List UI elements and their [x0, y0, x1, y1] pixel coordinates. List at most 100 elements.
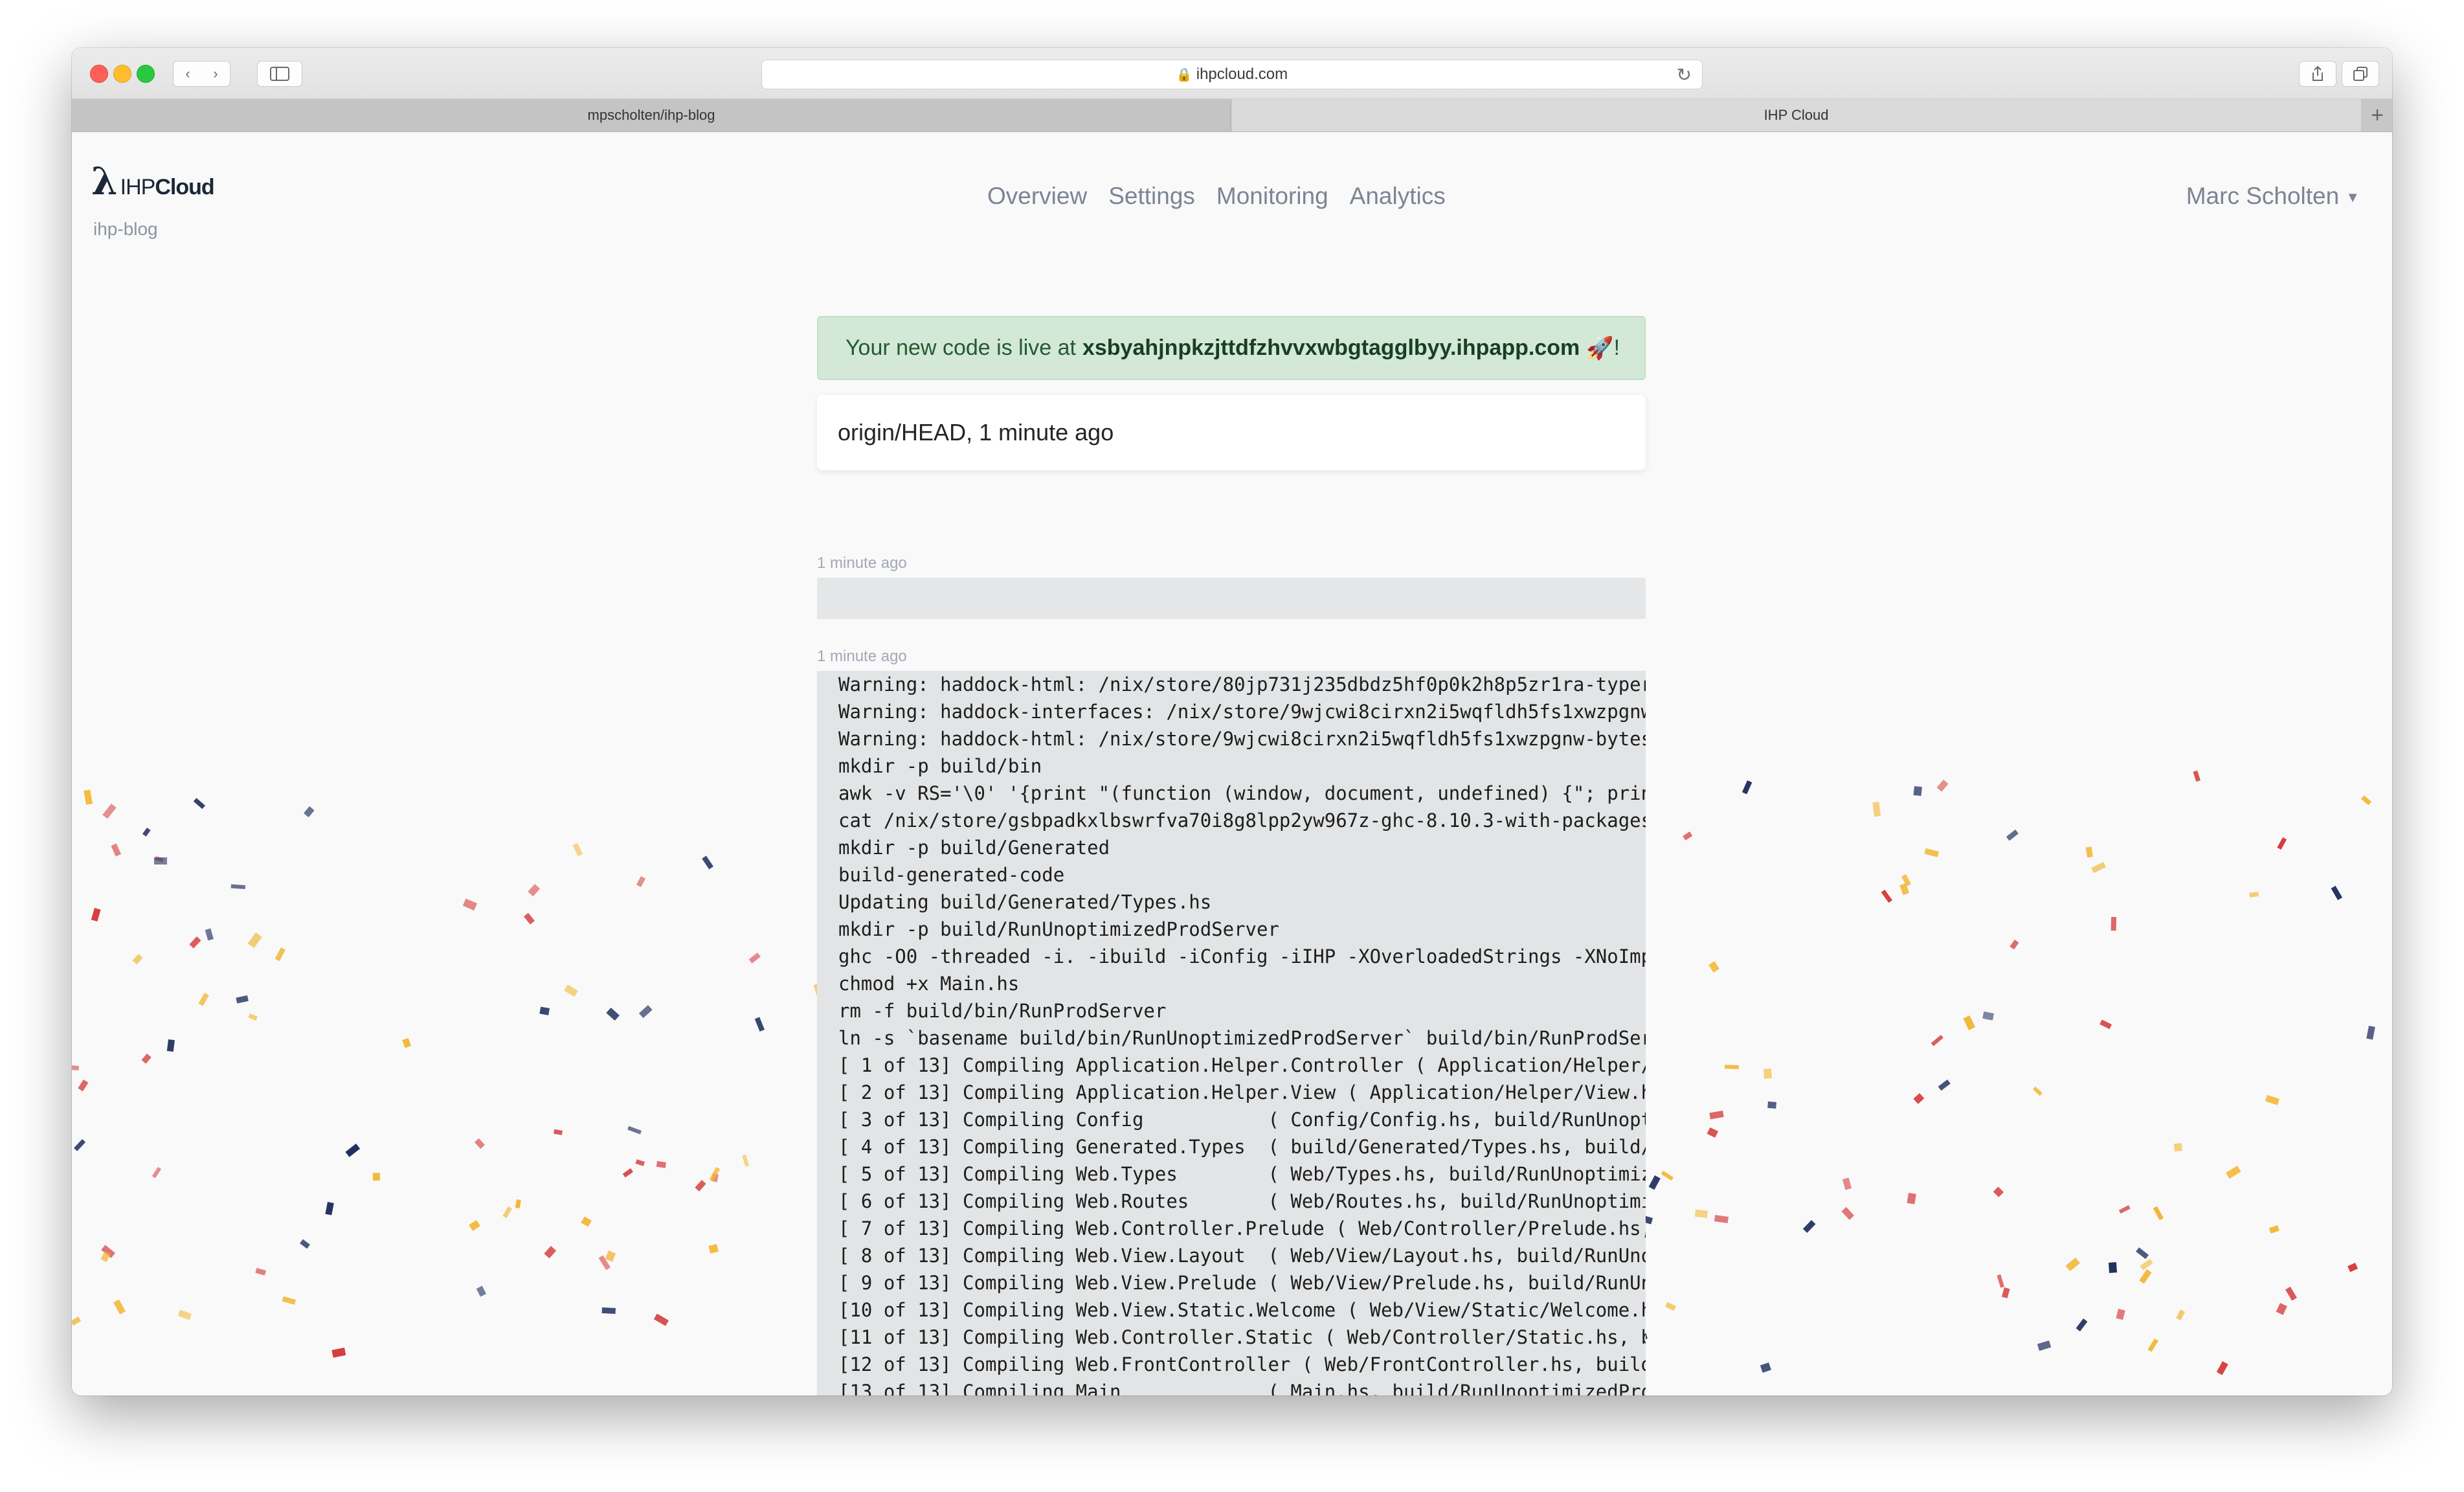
confetti-piece — [255, 1267, 266, 1276]
confetti-piece — [2276, 1302, 2287, 1315]
back-button[interactable]: ‹ — [173, 61, 203, 87]
confetti-piece — [1982, 1011, 1994, 1021]
confetti-piece — [553, 1129, 563, 1135]
confetti-piece — [1963, 1015, 1975, 1030]
confetti-piece — [2147, 1338, 2158, 1352]
confetti-piece — [274, 947, 286, 962]
log-line: build-generated-code — [838, 864, 1065, 886]
share-button[interactable] — [2299, 61, 2336, 87]
confetti-piece — [2065, 1257, 2080, 1272]
confetti-piece — [72, 1065, 80, 1070]
ihp-cloud-logo[interactable]: λ IHP Cloud — [91, 159, 215, 203]
confetti-piece — [1802, 1220, 1816, 1233]
log-line: mkdir -p build/bin — [838, 755, 1042, 777]
confetti-piece — [247, 932, 262, 949]
confetti-piece — [2268, 1225, 2279, 1234]
confetti-piece — [2100, 1019, 2112, 1030]
confetti-piece — [2193, 770, 2201, 782]
project-name[interactable]: ihp-blog — [93, 219, 158, 240]
reload-icon[interactable]: ↻ — [1677, 64, 1692, 85]
confetti-piece — [2216, 1361, 2228, 1375]
logo-ihp-text: IHP — [120, 175, 156, 199]
new-tab-button[interactable]: + — [2362, 99, 2392, 131]
confetti-piece — [1924, 848, 1940, 857]
chevron-right-icon: › — [213, 65, 218, 82]
log-line: Warning: haddock-html: /nix/store/80jp73… — [838, 673, 1646, 695]
address-bar[interactable]: 🔒 ihpcloud.com ↻ — [761, 60, 1703, 89]
confetti-piece — [2277, 837, 2287, 850]
confetti-piece — [2010, 939, 2019, 950]
confetti-piece — [2140, 1258, 2153, 1271]
confetti-piece — [205, 928, 214, 941]
confetti-piece — [74, 1139, 86, 1151]
confetti-piece — [627, 1125, 642, 1135]
confetti-piece — [1997, 1274, 2004, 1288]
confetti-piece — [2118, 1205, 2131, 1214]
confetti-piece — [177, 1309, 192, 1320]
confetti-piece — [1694, 1209, 1708, 1218]
logo-cloud-text: Cloud — [155, 175, 214, 199]
confetti-piece — [132, 954, 143, 965]
confetti-piece — [2136, 1247, 2149, 1260]
confetti-piece — [462, 898, 477, 911]
build-log-output[interactable]: Warning: haddock-html: /nix/store/80jp73… — [817, 671, 1646, 1396]
confetti-piece — [544, 1246, 557, 1259]
log-block-timestamp: 1 minute ago — [817, 648, 907, 665]
log-line: Warning: haddock-html: /nix/store/9wjcwi… — [838, 728, 1646, 750]
confetti-piece — [78, 1079, 89, 1092]
confetti-piece — [304, 806, 315, 818]
confetti-piece — [91, 908, 101, 922]
forward-button[interactable]: › — [201, 61, 230, 87]
confetti-piece — [709, 1167, 721, 1182]
user-menu[interactable]: Marc Scholten ▼ — [2186, 183, 2360, 210]
sidebar-toggle-button[interactable] — [257, 61, 302, 87]
deploy-success-alert: Your new code is live at xsbyahjnpkzjttd… — [817, 316, 1646, 380]
confetti-piece — [653, 1313, 669, 1326]
confetti-piece — [102, 804, 117, 819]
nav-settings[interactable]: Settings — [1108, 183, 1195, 210]
confetti-piece — [1907, 1193, 1916, 1204]
close-window-button[interactable] — [90, 65, 108, 83]
confetti-piece — [564, 984, 578, 997]
confetti-piece — [1901, 874, 1911, 887]
nav-analytics[interactable]: Analytics — [1350, 183, 1446, 210]
zoom-window-button[interactable] — [137, 65, 155, 83]
confetti-piece — [2085, 846, 2093, 858]
confetti-piece — [708, 1243, 719, 1254]
deploy-domain-link[interactable]: xsbyahjnpkzjttdfzhvvxwbgtagglbyy.ihpapp.… — [1082, 335, 1580, 361]
minimize-window-button[interactable] — [113, 65, 131, 83]
sidebar-icon — [270, 67, 289, 81]
tab-ihp-blog[interactable]: mpscholten/ihp-blog — [72, 99, 1231, 131]
confetti-piece — [469, 1220, 480, 1231]
confetti-piece — [695, 1180, 706, 1192]
confetti-piece — [742, 1154, 749, 1167]
confetti-piece — [2116, 1309, 2125, 1320]
confetti-piece — [1648, 1175, 1661, 1190]
confetti-piece — [474, 1138, 486, 1149]
tab-ihp-cloud[interactable]: IHP Cloud — [1231, 99, 2361, 131]
confetti-piece — [622, 1168, 634, 1178]
show-tabs-button[interactable] — [2342, 61, 2379, 87]
confetti-piece — [2006, 830, 2019, 841]
confetti-piece — [2265, 1094, 2279, 1105]
caret-down-icon: ▼ — [2346, 189, 2360, 206]
log-line: [ 6 of 13] Compiling Web.Routes ( Web/Ro… — [838, 1190, 1646, 1212]
confetti-piece — [345, 1144, 361, 1157]
log-line: ghc -O0 -threaded -i. -ibuild -iConfig -… — [838, 945, 1646, 967]
confetti-piece — [2076, 1318, 2088, 1331]
confetti-piece — [2037, 1340, 2052, 1351]
user-name: Marc Scholten — [2186, 183, 2340, 209]
confetti-piece — [331, 1348, 346, 1358]
lambda-logo-icon: λ — [91, 159, 118, 203]
nav-overview[interactable]: Overview — [987, 183, 1087, 210]
confetti-piece — [141, 1054, 151, 1064]
log-line: Warning: haddock-interfaces: /nix/store/… — [838, 701, 1646, 723]
nav-monitoring[interactable]: Monitoring — [1216, 183, 1328, 210]
confetti-piece — [1760, 1362, 1771, 1373]
log-line: [11 of 13] Compiling Web.Controller.Stat… — [838, 1326, 1646, 1348]
log-block-timestamp: 1 minute ago — [817, 554, 907, 572]
log-line: Updating build/Generated/Types.hs — [838, 891, 1212, 913]
confetti-piece — [1742, 780, 1753, 795]
log-line: [ 5 of 13] Compiling Web.Types ( Web/Typ… — [838, 1163, 1646, 1185]
log-line: awk -v RS='\0' '{print "(function (windo… — [838, 782, 1646, 804]
